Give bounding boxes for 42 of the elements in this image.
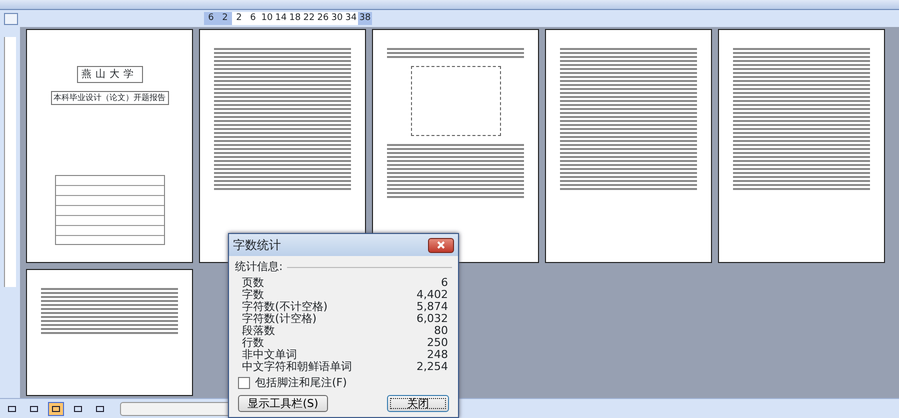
ruler-number: 14: [274, 12, 288, 25]
page-subtitle: 本科毕业设计（论文）开题报告: [50, 91, 168, 105]
view-button[interactable]: [48, 402, 64, 416]
close-icon: [437, 241, 445, 249]
ruler-number: 10: [260, 12, 274, 25]
stat-value: 4,402: [416, 288, 448, 300]
stat-label: 段落数: [242, 324, 275, 336]
ruler-number: 6: [249, 12, 257, 25]
ruler-number: 34: [344, 12, 358, 25]
stat-label: 中文字符和朝鲜语单词: [242, 360, 352, 372]
stat-label: 行数: [242, 336, 264, 348]
stat-label: 字符数(计空格): [242, 312, 317, 324]
checkbox-label: 包括脚注和尾注(F): [255, 374, 347, 390]
checkbox[interactable]: [238, 376, 250, 389]
stat-value: 2,254: [416, 360, 448, 372]
stat-value: 6,032: [416, 312, 448, 324]
ruler-number: 38: [358, 12, 372, 26]
ruler-number: 18: [288, 12, 302, 25]
stat-label: 字数: [242, 288, 264, 300]
ruler-number: 2: [235, 12, 243, 25]
stat-value: 5,874: [416, 300, 448, 312]
stat-label: 非中文单词: [242, 348, 297, 360]
stat-value: 6: [441, 276, 448, 288]
ruler-number: 2: [218, 12, 232, 26]
ruler-number: 22: [302, 12, 316, 25]
stat-label: 页数: [242, 276, 264, 288]
close-dialog-button[interactable]: 关闭: [387, 395, 449, 412]
horizontal-ruler[interactable]: 6 2 2 6 10 14 18 22 26 30 34 38: [204, 12, 372, 25]
ruler-number: 26: [316, 12, 330, 25]
stat-label: 字符数(不计空格): [242, 300, 328, 312]
ruler-number: 30: [330, 12, 344, 25]
stat-value: 248: [427, 348, 448, 360]
tab-selector-icon[interactable]: [4, 12, 18, 24]
close-button[interactable]: [428, 238, 454, 252]
show-toolbar-button[interactable]: 显示工具栏(S): [238, 395, 328, 412]
ruler-number: 6: [204, 12, 218, 26]
section-label: 统计信息:: [235, 259, 283, 275]
vertical-ruler[interactable]: [4, 37, 16, 287]
stat-value: 250: [427, 336, 448, 348]
page-title: 燕山大学: [76, 66, 142, 83]
stat-value: 80: [434, 324, 448, 336]
dialog-title: 字数统计: [233, 237, 281, 254]
